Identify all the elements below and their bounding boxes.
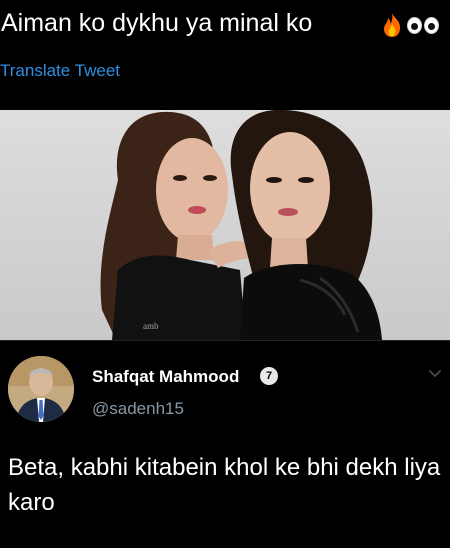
avatar[interactable] (8, 356, 74, 422)
fire-emoji-icon (384, 13, 401, 37)
tweet-image[interactable]: amb (0, 110, 450, 340)
left-person-dress (112, 255, 246, 340)
right-person-eye (298, 177, 314, 183)
left-person-eye (203, 175, 217, 181)
reply-author-name[interactable]: Shafqat Mahmood (92, 366, 239, 388)
eyes-emoji-icon (407, 16, 439, 34)
reply-text: Beta, kabhi kitabein khol ke bhi dekh li… (8, 454, 441, 516)
chevron-down-icon[interactable] (429, 370, 441, 378)
left-person-lips (188, 206, 206, 214)
tweet-emojis (381, 12, 439, 38)
section-divider (0, 340, 450, 341)
left-eye-icon (407, 16, 422, 34)
right-eye-icon (424, 16, 439, 34)
image-watermark: amb (143, 321, 159, 331)
right-person-eye (266, 177, 282, 183)
tweet-text: Aiman ko dykhu ya minal ko (1, 9, 313, 37)
translate-tweet-link[interactable]: Translate Tweet (0, 60, 120, 82)
right-person-dress (240, 263, 382, 340)
badge-icon: 7 (260, 367, 278, 385)
tweet-photo-illustration (100, 110, 382, 340)
left-person-eye (173, 175, 187, 181)
right-person-lips (278, 208, 298, 216)
reply-author-handle[interactable]: @sadenh15 (92, 398, 184, 420)
right-person-neck (270, 238, 308, 268)
left-person-neck (176, 235, 214, 260)
avatar-portrait (8, 356, 74, 422)
left-person-face (156, 138, 228, 242)
right-person-face (250, 132, 330, 244)
